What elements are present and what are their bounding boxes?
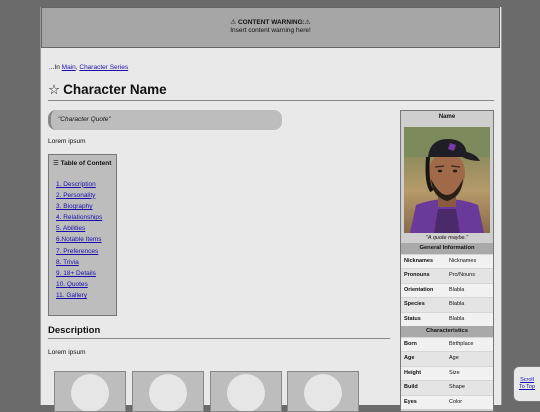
toc-item: 10. Quotes xyxy=(56,279,112,290)
infobox-value: Age xyxy=(449,355,459,362)
infobox-row: Nicknames Nicknames xyxy=(401,254,493,269)
scroll-to-top-line1[interactable]: Scroll xyxy=(514,377,540,384)
breadcrumb-link-main[interactable]: Main xyxy=(62,64,76,71)
content-warning-title: ⚠ CONTENT WARNING:⚠ xyxy=(230,19,311,26)
gallery-thumbnail[interactable] xyxy=(210,371,282,412)
breadcrumb: ...In Main, Character Series xyxy=(49,64,128,71)
toc-link-quotes[interactable]: 10. Quotes xyxy=(56,281,88,288)
star-icon: ☆ xyxy=(48,82,61,97)
infobox-key: Pronouns xyxy=(404,272,430,279)
table-of-contents: ☰ Table of Content 1. Description 2. Per… xyxy=(48,154,117,316)
infobox-value: Blabla xyxy=(449,286,465,293)
toc-link-biography[interactable]: 3. Biography xyxy=(56,203,93,210)
infobox-row: Status Blabla xyxy=(401,311,493,326)
infobox-key: Status xyxy=(404,315,421,322)
character-infobox: Name "A quote maybe." General Informatio… xyxy=(400,110,494,412)
infobox-row: Species Blabla xyxy=(401,297,493,312)
placeholder-circle xyxy=(149,374,187,411)
placeholder-circle xyxy=(304,374,342,411)
infobox-value: Size xyxy=(449,369,460,376)
toc-link-gallery[interactable]: 11. Gallery xyxy=(56,292,87,299)
toc-item: 4. Relationships xyxy=(56,212,112,223)
infobox-value: Birthplace xyxy=(449,340,474,347)
toc-link-relationships[interactable]: 4. Relationships xyxy=(56,214,102,221)
toc-item: 3. Biography xyxy=(56,201,112,212)
character-quote: "Character Quote" xyxy=(48,110,282,130)
toc-link-personality[interactable]: 2. Personality xyxy=(56,192,95,199)
infobox-row: Eyes Color xyxy=(401,394,493,409)
infobox-value: Shape xyxy=(449,384,465,391)
characteristics-table: Born Birthplace Age Age Height Size Build Sh… xyxy=(401,336,493,409)
breadcrumb-prefix: ...In xyxy=(49,64,62,71)
infobox-key: Born xyxy=(404,340,417,347)
toc-item: 2. Personality xyxy=(56,190,112,201)
infobox-caption: "A quote maybe." xyxy=(425,235,469,241)
content-warning-text: Insert content warning here! xyxy=(230,27,311,34)
infobox-row: Height Size xyxy=(401,365,493,381)
scroll-to-top-button[interactable]: Scroll To Top xyxy=(513,366,540,402)
general-info-table: Nicknames Nicknames Pronouns Pro/Nouns Ori… xyxy=(401,254,493,326)
toc-link-description[interactable]: 1. Description xyxy=(56,181,96,188)
infobox-key: Nicknames xyxy=(404,258,434,264)
content-warning-banner: ⚠ CONTENT WARNING:⚠ Insert content warni… xyxy=(41,7,500,48)
infobox-row: Build Shape xyxy=(401,380,493,395)
scroll-to-top-line2[interactable]: To Top xyxy=(514,384,540,391)
infobox-value: Nicknames xyxy=(449,258,477,264)
toc-link-trivia[interactable]: 8. Trivia xyxy=(56,259,79,266)
toc-item: 8. Trivia xyxy=(56,257,112,268)
infobox-key: Species xyxy=(404,301,425,308)
intro-text: Lorem ipsum xyxy=(48,138,86,145)
toc-link-18-details[interactable]: 9. 18+ Details xyxy=(56,270,96,277)
toc-list: 1. Description 2. Personality 3. Biograp… xyxy=(53,179,112,302)
character-portrait xyxy=(404,127,490,233)
infobox-key: Orientation xyxy=(404,286,434,293)
toc-link-notable-items[interactable]: 6.Notable Items xyxy=(56,236,102,243)
page-title-text: Character Name xyxy=(63,82,167,97)
infobox-row: Born Birthplace xyxy=(401,336,493,352)
placeholder-circle xyxy=(227,374,265,411)
infobox-row: Orientation Blabla xyxy=(401,282,493,298)
infobox-key: Build xyxy=(404,384,418,391)
characteristics-header: Characteristics xyxy=(401,325,493,337)
infobox-row: Pronouns Pro/Nouns xyxy=(401,268,493,283)
toc-item: 1. Description xyxy=(56,179,112,190)
toc-link-preferences[interactable]: 7. Preferences xyxy=(56,248,98,255)
description-text: Lorem ipsum xyxy=(48,349,86,356)
toc-link-abilities[interactable]: 5. Abilities xyxy=(56,225,85,232)
general-info-header: General Information xyxy=(401,243,493,254)
toc-item: 11. Gallery xyxy=(56,290,112,301)
infobox-key: Age xyxy=(404,355,415,362)
toc-item: 9. 18+ Details xyxy=(56,268,112,279)
infobox-name: Name xyxy=(438,114,456,120)
gallery-thumbnail[interactable] xyxy=(287,371,359,412)
toc-title: ☰ Table of Content xyxy=(53,160,112,167)
infobox-key: Eyes xyxy=(404,398,417,405)
infobox-key: Height xyxy=(404,369,422,376)
page-title: ☆ Character Name xyxy=(48,82,494,101)
infobox-row: Age Age xyxy=(401,351,493,366)
infobox-value: Blabla xyxy=(449,301,465,308)
placeholder-circle xyxy=(71,374,109,411)
toc-item: 5. Abilities xyxy=(56,223,112,234)
toc-item: 7. Preferences xyxy=(56,246,112,257)
toc-item: 6.Notable Items xyxy=(56,234,112,245)
gallery-thumbnail[interactable] xyxy=(132,371,204,412)
page: ⚠ CONTENT WARNING:⚠ Insert content warni… xyxy=(40,7,502,412)
description-heading: Description xyxy=(48,325,390,339)
breadcrumb-link-character-series[interactable]: Character Series xyxy=(79,64,128,71)
gallery-thumbnail[interactable] xyxy=(54,371,126,412)
infobox-value: Pro/Nouns xyxy=(449,272,475,279)
infobox-value: Color xyxy=(449,398,463,405)
infobox-value: Blabla xyxy=(449,315,465,322)
